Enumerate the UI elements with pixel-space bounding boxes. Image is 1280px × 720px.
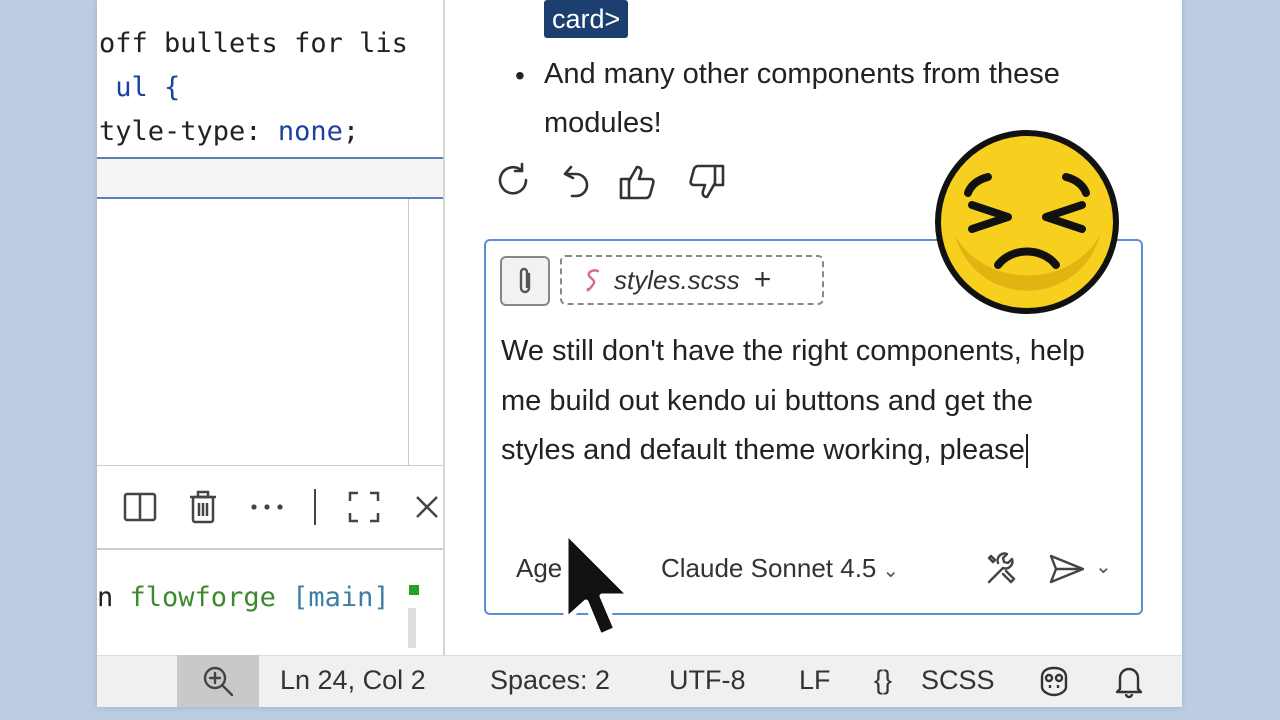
copilot-icon[interactable]: [1036, 663, 1072, 699]
model-label: Claude Sonnet 4.5: [661, 553, 877, 583]
undo-icon[interactable]: [555, 160, 599, 204]
send-icon[interactable]: [1047, 550, 1087, 588]
chevron-down-icon: ⌄: [882, 560, 900, 582]
chat-input-text[interactable]: We still don't have the right components…: [501, 327, 1101, 476]
toolbar-separator: [314, 489, 316, 525]
attachment-filename: styles.scss: [614, 264, 740, 295]
mode-label: Age: [516, 553, 563, 583]
message-text: We still don't have the right components…: [501, 335, 1085, 466]
code-line-1: off bullets for lis: [99, 28, 408, 59]
frustrated-face-emoji: [935, 130, 1119, 314]
tools-icon[interactable]: [983, 550, 1021, 588]
zoom-button[interactable]: [177, 655, 259, 707]
close-icon[interactable]: [409, 489, 445, 525]
ruler-line: [408, 199, 409, 465]
terminal-scrollbar[interactable]: [408, 608, 416, 648]
trash-icon[interactable]: [185, 489, 221, 525]
language-braces-icon: {}: [874, 665, 893, 695]
paperclip-icon: [519, 267, 531, 294]
indent-setting[interactable]: Spaces: 2: [490, 665, 610, 696]
maximize-icon[interactable]: [346, 489, 382, 525]
cursor-position[interactable]: Ln 24, Col 2: [280, 665, 426, 696]
editor-strip: [97, 159, 443, 197]
terminal-branch: [main]: [292, 582, 390, 613]
zoom-icon: [203, 666, 234, 697]
language-mode[interactable]: SCSS: [921, 665, 995, 696]
terminal-repo: flowforge: [129, 582, 276, 613]
text-caret: [1025, 434, 1028, 469]
panel-top-border: [97, 465, 443, 466]
bell-icon[interactable]: [1112, 663, 1146, 699]
eol-setting[interactable]: LF: [799, 665, 831, 696]
thumbs-down-icon[interactable]: [683, 160, 727, 204]
attach-button[interactable]: [500, 256, 550, 306]
terminal-prompt: n flowforge [main]: [97, 582, 390, 613]
encoding-setting[interactable]: UTF-8: [669, 665, 746, 696]
mouse-pointer-icon: [563, 529, 633, 639]
thumbs-up-icon[interactable]: [617, 160, 661, 204]
attachment-chip[interactable]: styles.scss +: [560, 255, 824, 305]
terminal-prefix: n: [97, 582, 114, 613]
send-options-chevron-icon[interactable]: ⌄: [1095, 554, 1119, 582]
editor-empty-area: [97, 199, 443, 465]
status-bar: [97, 655, 1182, 707]
add-attachment-icon[interactable]: +: [754, 263, 772, 297]
model-dropdown[interactable]: Claude Sonnet 4.5 ⌄: [661, 553, 899, 584]
code-line-2: ul {: [99, 72, 181, 103]
code-tag: card>: [544, 0, 629, 38]
more-icon[interactable]: [249, 489, 285, 525]
bullet-marker: •: [515, 60, 525, 91]
terminal-cursor: [409, 585, 419, 595]
sass-icon: [586, 269, 600, 292]
split-panel-icon[interactable]: [122, 489, 158, 525]
retry-icon[interactable]: [492, 160, 536, 204]
code-line-3: tyle-type: none;: [99, 116, 360, 147]
code-editor[interactable]: off bullets for lis ul { tyle-type: none…: [97, 0, 443, 157]
